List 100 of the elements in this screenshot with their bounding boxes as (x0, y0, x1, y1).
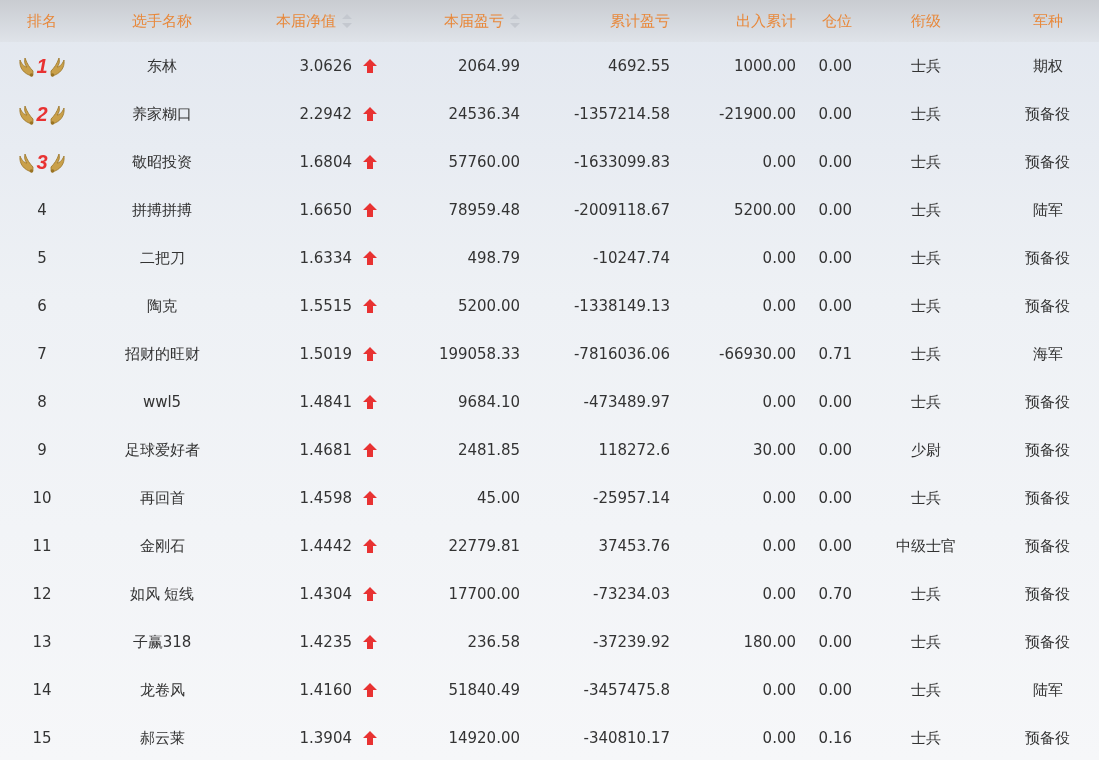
profit-cell-text: 498.79 (467, 249, 521, 267)
profit-cell-text: 14920.00 (448, 729, 521, 747)
rank-cell: 9 (37, 441, 47, 459)
branch-cell: 预备役 (1025, 152, 1070, 172)
cumulative-profit-cell-text: -10247.74 (593, 249, 671, 267)
branch-cell: 预备役 (1025, 488, 1070, 508)
net-value-cell-text: 1.3904 (299, 729, 353, 747)
column-header: 衔级 (911, 11, 941, 31)
player-name: 如风 短线 (129, 584, 195, 604)
net-value-cell-text: 1.4841 (299, 393, 353, 411)
net-value-cell-text: 1.4598 (299, 489, 353, 507)
grade-cell: 士兵 (911, 296, 941, 316)
net-value-cell-text: 1.4235 (299, 633, 353, 651)
position-cell-text: 0.00 (818, 681, 853, 699)
branch-cell: 预备役 (1025, 248, 1070, 268)
inout-cell-text: 0.00 (762, 393, 797, 411)
player-name: 郝云莱 (139, 728, 185, 748)
net-value-cell-text: 1.6650 (299, 201, 353, 219)
column-header: 军种 (1032, 11, 1063, 31)
position-cell-text: 0.70 (818, 585, 853, 603)
branch-cell: 期权 (1032, 56, 1063, 76)
player-name: 金刚石 (139, 536, 185, 556)
player-name: 二把刀 (139, 248, 185, 268)
inout-cell-text: 1000.00 (733, 57, 797, 75)
rank-medal: 3 (18, 150, 66, 174)
position-cell-text: 0.00 (818, 249, 853, 267)
cumulative-profit-cell-text: -340810.17 (583, 729, 671, 747)
player-name: 子赢318 (132, 632, 192, 652)
player-name: 再回首 (139, 488, 185, 508)
inout-cell-text: -66930.00 (719, 345, 797, 363)
player-name: 足球爱好者 (124, 440, 200, 460)
net-value-cell-text: 2.2942 (299, 105, 353, 123)
position-cell-text: 0.00 (818, 105, 853, 123)
grade-cell: 士兵 (911, 728, 941, 748)
position-cell-text: 0.00 (818, 489, 853, 507)
column-header: 出入累计 (736, 11, 797, 31)
position-cell-text: 0.71 (818, 345, 853, 363)
profit-cell-text: 9684.10 (457, 393, 521, 411)
player-name: 敬昭投资 (132, 152, 192, 172)
branch-cell: 预备役 (1025, 104, 1070, 124)
branch-cell: 预备役 (1025, 440, 1070, 460)
position-cell-text: 0.00 (818, 297, 853, 315)
grade-cell: 士兵 (911, 248, 941, 268)
rank-cell: 11 (32, 537, 52, 555)
net-value-cell-text: 1.5515 (299, 297, 353, 315)
player-name: 招财的旺财 (124, 344, 200, 364)
cumulative-profit-cell-text: 118272.6 (598, 441, 671, 459)
grade-cell: 士兵 (911, 152, 941, 172)
column-header: 选手名称 (132, 11, 192, 31)
inout-cell-text: 30.00 (753, 441, 797, 459)
cumulative-profit-cell-text: 37453.76 (598, 537, 671, 555)
column-header[interactable]: 本届净值 (276, 11, 358, 31)
position-cell-text: 0.00 (818, 633, 853, 651)
branch-cell: 预备役 (1025, 536, 1070, 556)
grade-cell: 士兵 (911, 344, 941, 364)
net-value-cell-text: 3.0626 (299, 57, 353, 75)
column-header[interactable]: 本届盈亏 (444, 11, 524, 31)
player-name: wwl5 (142, 393, 182, 411)
rank-cell: 7 (37, 345, 47, 363)
position-cell-text: 0.00 (818, 201, 853, 219)
net-value-cell-text: 1.6334 (299, 249, 353, 267)
net-value-cell-text: 1.5019 (299, 345, 353, 363)
cumulative-profit-cell-text: -473489.97 (583, 393, 671, 411)
rank-cell: 10 (32, 489, 52, 507)
cumulative-profit-cell-text: -1338149.13 (573, 297, 671, 315)
profit-cell-text: 199058.33 (438, 345, 521, 363)
inout-cell-text: 0.00 (762, 681, 797, 699)
branch-cell: 陆军 (1032, 200, 1063, 220)
grade-cell: 士兵 (911, 104, 941, 124)
net-value-cell-text: 1.4681 (299, 441, 353, 459)
rank-cell: 4 (37, 201, 47, 219)
cumulative-profit-cell-text: -2009118.67 (573, 201, 671, 219)
profit-cell-text: 57760.00 (448, 153, 521, 171)
player-name: 陶克 (147, 296, 177, 316)
branch-cell: 预备役 (1025, 728, 1070, 748)
profit-cell-text: 2064.99 (457, 57, 521, 75)
profit-cell-text: 236.58 (467, 633, 521, 651)
column-header: 排名 (27, 11, 57, 31)
position-cell-text: 0.00 (818, 57, 853, 75)
player-name: 养家糊口 (132, 104, 192, 124)
branch-cell: 海军 (1032, 344, 1063, 364)
cumulative-profit-cell-text: -37239.92 (593, 633, 671, 651)
grade-cell: 士兵 (911, 680, 941, 700)
rank-cell: 6 (37, 297, 47, 315)
column-header: 仓位 (822, 11, 853, 31)
rank-medal: 1 (18, 54, 66, 78)
grade-cell: 士兵 (911, 632, 941, 652)
branch-cell: 预备役 (1025, 296, 1070, 316)
rank-cell: 12 (32, 585, 52, 603)
net-value-cell-text: 1.4160 (299, 681, 353, 699)
cumulative-profit-cell-text: -7816036.06 (573, 345, 671, 363)
position-cell-text: 0.00 (818, 393, 853, 411)
branch-cell: 预备役 (1025, 632, 1070, 652)
profit-cell-text: 51840.49 (448, 681, 521, 699)
inout-cell-text: 0.00 (762, 249, 797, 267)
rank-cell: 14 (32, 681, 52, 699)
player-name: 拼搏拼搏 (132, 200, 192, 220)
cumulative-profit-cell-text: 4692.55 (607, 57, 671, 75)
profit-cell-text: 5200.00 (457, 297, 521, 315)
rank-cell: 15 (32, 729, 52, 747)
